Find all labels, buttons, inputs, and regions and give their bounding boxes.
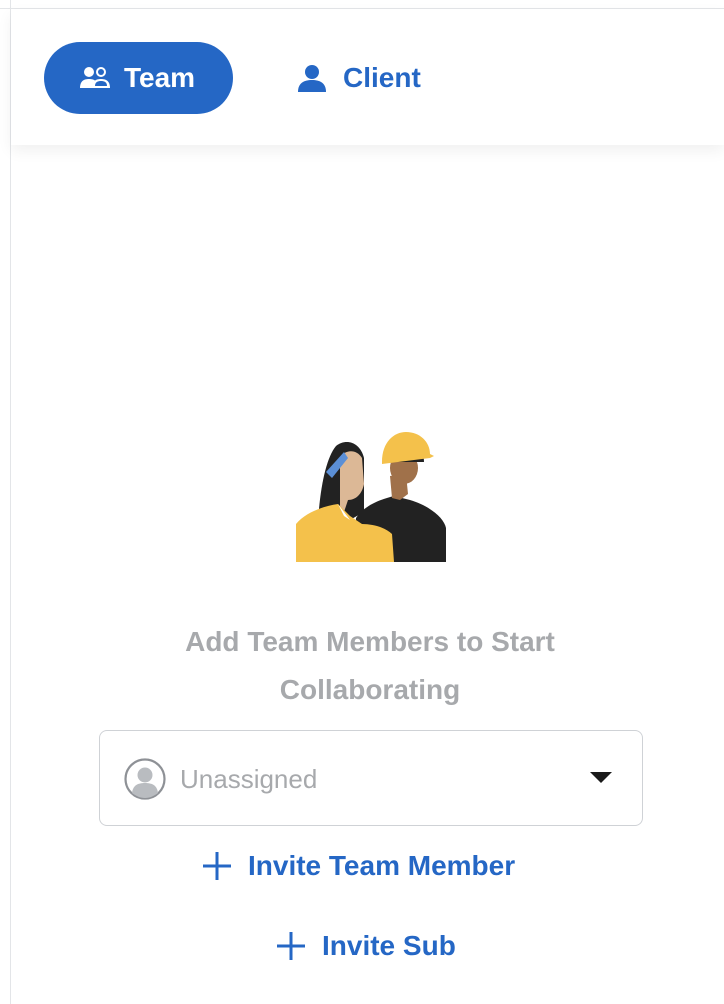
- client-icon: [295, 63, 329, 93]
- team-icon: [78, 63, 112, 93]
- plus-icon: [202, 851, 232, 881]
- assignee-value: Unassigned: [180, 764, 318, 794]
- tab-header: Team Client: [11, 9, 724, 145]
- assignee-select[interactable]: Unassigned: [99, 730, 643, 826]
- team-panel: Team Client Add Team Members to Start Co…: [0, 0, 724, 1004]
- tab-team-label: Team: [124, 62, 196, 93]
- invite-team-member-button[interactable]: Invite Team Member: [202, 846, 515, 886]
- invite-team-member-label: Invite Team Member: [248, 850, 516, 881]
- invite-sub-button[interactable]: Invite Sub: [276, 926, 456, 966]
- panel-divider: [10, 0, 11, 1004]
- tab-client-label: Client: [343, 62, 421, 93]
- chevron-down-icon: [590, 772, 612, 783]
- avatar-placeholder-icon: [124, 758, 166, 800]
- invite-sub-label: Invite Sub: [322, 930, 456, 961]
- plus-icon: [276, 931, 306, 961]
- empty-state-message: Add Team Members to Start Collaborating: [185, 626, 555, 705]
- team-members-illustration: [294, 428, 448, 562]
- tab-client[interactable]: Client: [281, 42, 461, 114]
- tab-team[interactable]: Team: [44, 42, 233, 114]
